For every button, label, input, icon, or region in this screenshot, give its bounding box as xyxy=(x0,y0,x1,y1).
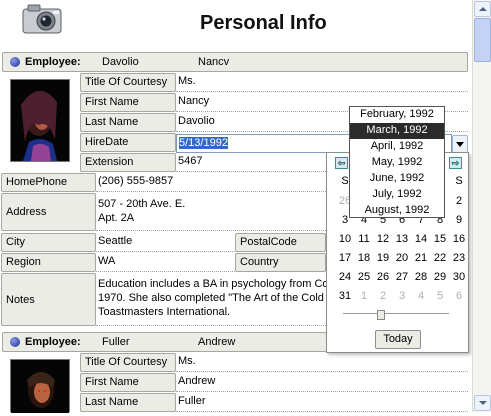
month-option[interactable]: July, 1992 xyxy=(350,187,444,203)
calendar-day[interactable]: 19 xyxy=(373,252,393,264)
calendar-day[interactable]: 16 xyxy=(449,233,469,245)
title-of-courtesy-field[interactable]: Ms. xyxy=(176,353,468,372)
extension-label: Extension xyxy=(80,153,176,172)
calendar-day[interactable]: 27 xyxy=(392,271,412,283)
hire-date-label: HireDate xyxy=(80,133,176,152)
calendar-day[interactable]: 6 xyxy=(449,290,469,302)
page-title: Personal Info xyxy=(200,12,327,34)
first-name-label: First Name xyxy=(80,93,176,112)
month-dropdown-list[interactable]: February, 1992 March, 1992 April, 1992 May,… xyxy=(349,106,445,218)
calendar-day[interactable]: 18 xyxy=(354,252,374,264)
calendar-day[interactable]: 31 xyxy=(335,290,355,302)
calendar-day[interactable]: 25 xyxy=(354,271,374,283)
address-label: Address xyxy=(1,193,96,231)
calendar-day[interactable]: 13 xyxy=(392,233,412,245)
notes-label: Notes xyxy=(1,273,96,326)
title-of-courtesy-field[interactable]: Ms. xyxy=(176,73,468,92)
scrollbar-thumb[interactable] xyxy=(474,18,491,62)
last-name-label: Last Name xyxy=(80,393,176,412)
vertical-scrollbar[interactable] xyxy=(472,0,491,412)
employee-header[interactable]: Employee: Davolio Nancv xyxy=(2,52,468,72)
last-name-field[interactable]: Fuller xyxy=(176,393,468,412)
hire-date-dropdown-button[interactable] xyxy=(452,135,468,153)
postal-code-label: PostalCode xyxy=(235,233,326,252)
notes-line-3: Toastmasters International. xyxy=(98,306,231,318)
calendar-day[interactable]: 5 xyxy=(430,290,450,302)
calendar-day[interactable]: 2 xyxy=(373,290,393,302)
calendar-day[interactable]: 22 xyxy=(430,252,450,264)
calendar-day[interactable]: 30 xyxy=(449,271,469,283)
country-label: Country xyxy=(235,253,326,272)
city-label: City xyxy=(1,233,96,252)
calendar-day[interactable]: 10 xyxy=(335,233,355,245)
month-option[interactable]: April, 1992 xyxy=(350,139,444,155)
calendar-day[interactable]: 15 xyxy=(430,233,450,245)
employee-last-name: Nancv xyxy=(198,56,230,68)
city-field[interactable]: Seattle xyxy=(96,233,235,252)
calendar-day[interactable]: 26 xyxy=(373,271,393,283)
notes-line-1: Education includes a BA in psychology fr… xyxy=(98,278,326,290)
calendar-day[interactable]: 20 xyxy=(392,252,412,264)
extension-field[interactable]: 5467 xyxy=(176,153,326,172)
last-name-label: Last Name xyxy=(80,113,176,132)
calendar-day[interactable]: 11 xyxy=(354,233,374,245)
previous-month-arrow-icon[interactable]: ⇦ xyxy=(335,157,348,169)
month-option[interactable]: February, 1992 xyxy=(350,107,444,123)
employee-last-name: Andrew xyxy=(198,336,236,348)
title-of-courtesy-label: Title Of Courtesy xyxy=(80,353,176,372)
home-phone-label: HomePhone xyxy=(1,173,96,192)
employee-photo xyxy=(10,79,70,162)
camera-icon xyxy=(20,2,66,36)
calendar-day[interactable]: 23 xyxy=(449,252,469,264)
address-line-1: 507 - 20th Ave. E. xyxy=(98,198,186,210)
first-name-field[interactable]: Andrew xyxy=(176,373,468,392)
notes-line-2: 1970. She also completed "The Art of the… xyxy=(98,292,324,304)
calendar-day[interactable]: 28 xyxy=(411,271,431,283)
day-header-saturday: S xyxy=(455,175,463,187)
region-field[interactable]: WA xyxy=(96,253,235,272)
calendar-day[interactable]: 14 xyxy=(411,233,431,245)
calendar-day[interactable]: 29 xyxy=(430,271,450,283)
month-option[interactable]: May, 1992 xyxy=(350,155,444,171)
scroll-down-arrow-icon[interactable] xyxy=(474,395,491,411)
address-line-2: Apt. 2A xyxy=(98,212,135,224)
calendar-day[interactable]: 4 xyxy=(411,290,431,302)
employee-bullet-icon xyxy=(10,57,20,67)
month-option[interactable]: June, 1992 xyxy=(350,171,444,187)
calendar-day[interactable]: 24 xyxy=(335,271,355,283)
title-of-courtesy-label: Title Of Courtesy xyxy=(80,73,176,92)
employee-bullet-icon xyxy=(10,337,20,347)
today-button[interactable]: Today xyxy=(375,330,421,349)
employee-first-name: Davolio xyxy=(102,56,139,68)
region-label: Region xyxy=(1,253,96,272)
first-name-label: First Name xyxy=(80,373,176,392)
notes-field[interactable]: Education includes a BA in psychology fr… xyxy=(96,273,326,326)
calendar-day[interactable]: 1 xyxy=(354,290,374,302)
calendar-day[interactable]: 2 xyxy=(449,195,469,207)
employee-label: Employee: xyxy=(25,56,81,68)
month-option[interactable]: August, 1992 xyxy=(350,203,444,219)
month-option[interactable]: March, 1992 xyxy=(350,123,444,139)
calendar-day[interactable]: 3 xyxy=(392,290,412,302)
employee-photo xyxy=(10,359,70,413)
hire-date-value: 5/13/1992 xyxy=(179,137,228,149)
month-slider-thumb[interactable] xyxy=(377,310,385,320)
calendar-day[interactable]: 9 xyxy=(449,214,469,226)
employee-first-name: Fuller xyxy=(102,336,130,348)
home-phone-field[interactable]: (206) 555-9857 xyxy=(96,173,326,192)
next-month-arrow-icon[interactable]: ⇨ xyxy=(449,157,462,169)
calendar-day[interactable]: 17 xyxy=(335,252,355,264)
address-field[interactable]: 507 - 20th Ave. E. Apt. 2A xyxy=(96,193,326,231)
calendar-day[interactable]: 21 xyxy=(411,252,431,264)
employee-label: Employee: xyxy=(25,336,81,348)
month-slider-track[interactable] xyxy=(343,313,449,316)
calendar-day[interactable]: 12 xyxy=(373,233,393,245)
scroll-up-arrow-icon[interactable] xyxy=(474,1,491,17)
